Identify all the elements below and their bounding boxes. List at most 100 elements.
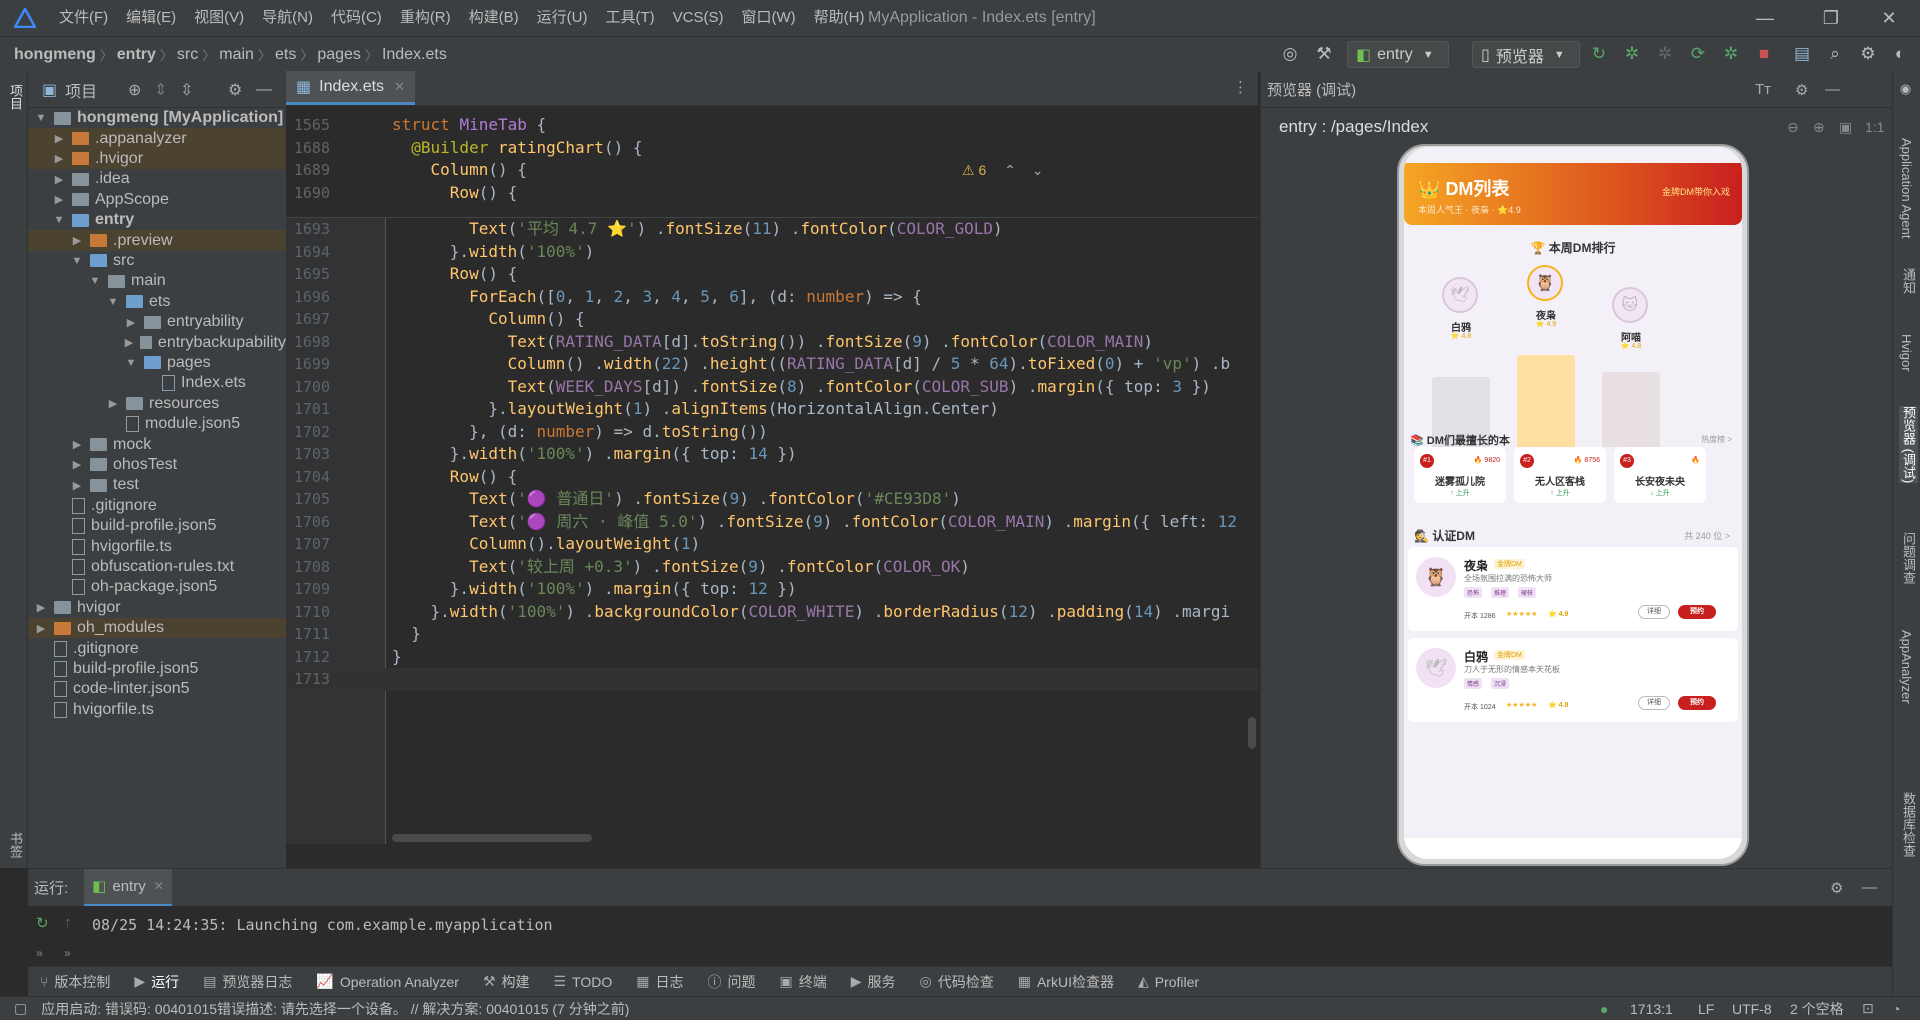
zoom-out-icon[interactable]: ⊖ [1787, 119, 1799, 136]
chevron-right-icon[interactable]: ▶ [70, 234, 84, 247]
rerun-icon[interactable]: ↻ [1587, 42, 1611, 66]
dm-card[interactable]: 🕊 白鸦 金牌DM 刀人于无形的情感本天花板 情感 沉浸 开本 1024 ★★★★★ ⭐ 4.8… [1408, 638, 1738, 722]
gear-icon[interactable]: ⚙ [1795, 81, 1808, 99]
warning-indicator[interactable]: ⚠ 6 ⌃ ⌄ [962, 162, 1044, 179]
tree-file[interactable]: code-linter.json5 [28, 679, 286, 699]
hammer-icon[interactable]: ⚒ [1312, 42, 1336, 66]
run-console[interactable]: ↻ ↑ 08/25 14:24:35: Launching com.exampl… [28, 906, 1892, 966]
tree-file[interactable]: .gitignore [28, 496, 286, 516]
text-size-icon[interactable]: Tт [1755, 81, 1771, 98]
vertical-scrollbar[interactable] [1246, 212, 1258, 812]
hide-panel-icon[interactable]: — [256, 81, 272, 99]
restore-button[interactable]: ❐ [1806, 0, 1856, 36]
up-arrow-icon[interactable]: ↑ [64, 914, 72, 931]
tree-folder[interactable]: ▶ AppScope [28, 190, 286, 210]
best-scripts-more[interactable]: 热度榜 > [1701, 434, 1732, 445]
bottom-tab-2[interactable]: ▤ 预览器日志 [191, 972, 304, 992]
tree-folder[interactable]: ▶ .hvigor [28, 148, 286, 170]
menu-item-3[interactable]: 导航(N) [253, 0, 322, 36]
breadcrumb-item[interactable]: hongmeng [0, 46, 96, 64]
bottom-tab-5[interactable]: ☰ TODO [542, 973, 625, 990]
tree-folder[interactable]: ▶ entryability [28, 312, 286, 332]
search-icon[interactable]: ⌕ [1823, 42, 1847, 66]
dm-card[interactable]: 🦉 夜枭 金牌DM 全场氛围拉满的恐怖大师 恐怖 推理 硬核 开本 1286 ★★★★★ ⭐ 4.… [1408, 547, 1738, 631]
bottom-tab-1[interactable]: ▶ 运行 [122, 972, 191, 992]
chevron-right-icon[interactable]: ▶ [124, 336, 134, 349]
tree-folder[interactable]: ▼ hongmeng [MyApplication] [28, 108, 286, 128]
tool-window-database[interactable]: 数据库检查 [1899, 792, 1918, 857]
tree-folder[interactable]: ▶ ohosTest [28, 455, 286, 475]
breadcrumb-item[interactable]: ets [275, 46, 296, 64]
breadcrumb-item[interactable]: main [219, 46, 254, 64]
chevron-down-icon[interactable]: ▼ [106, 296, 120, 308]
tool-window-bookmarks[interactable]: 书签 [6, 832, 25, 858]
expand-icon[interactable]: » [36, 946, 43, 960]
breadcrumb-item[interactable]: src [177, 46, 198, 64]
tree-folder[interactable]: ▶ oh_modules [28, 618, 286, 639]
tool-window-agent[interactable]: Application Agent [1899, 138, 1914, 238]
lock-icon[interactable]: ⊡ [1862, 1000, 1874, 1017]
menu-item-0[interactable]: 文件(F) [50, 0, 117, 36]
bottom-tab-4[interactable]: ⚒ 构建 [471, 972, 542, 992]
project-view-select[interactable]: 项目 [65, 78, 97, 102]
menu-item-6[interactable]: 构建(B) [460, 0, 528, 36]
chevron-right-icon[interactable]: ▶ [124, 316, 138, 329]
tool-window-notifications[interactable]: 通知 [1899, 268, 1918, 294]
account-icon[interactable]: ◐ [1888, 42, 1912, 66]
memory-icon[interactable]: ◔ [1892, 1001, 1900, 1017]
chevron-right-icon[interactable]: ▶ [70, 438, 84, 451]
expand-all-icon[interactable]: ⇕ [154, 80, 167, 100]
menu-item-11[interactable]: 帮助(H) [805, 0, 874, 36]
hide-panel-icon[interactable]: — [1862, 879, 1877, 896]
bottom-tab-7[interactable]: ⓘ 问题 [696, 972, 768, 992]
bottom-tab-8[interactable]: ▣ 终端 [768, 972, 839, 992]
attach-debugger-icon[interactable]: ✲ [1653, 42, 1677, 66]
podium-avatar[interactable]: 🐱 [1612, 287, 1648, 323]
chevron-right-icon[interactable]: ▶ [52, 152, 66, 165]
certified-count[interactable]: 共 240 位 > [1684, 529, 1730, 542]
close-window-button[interactable]: ✕ [1864, 0, 1914, 36]
podium-avatar[interactable]: 🕊 [1442, 277, 1478, 313]
close-tab-icon[interactable]: ✕ [154, 879, 164, 893]
menu-item-1[interactable]: 编辑(E) [117, 0, 185, 36]
tree-file[interactable]: .gitignore [28, 638, 286, 658]
chevron-down-icon[interactable]: ⌄ [1032, 162, 1044, 178]
menu-item-7[interactable]: 运行(U) [528, 0, 597, 36]
line-separator[interactable]: LF [1698, 1001, 1714, 1017]
bottom-tab-0[interactable]: ⑂ 版本控制 [28, 972, 122, 992]
panel-toggle-icon[interactable]: ▢ [14, 1000, 27, 1017]
tree-folder[interactable]: ▼ src [28, 251, 286, 271]
locate-icon[interactable]: ⊕ [128, 80, 141, 100]
tree-file[interactable]: Index.ets [28, 373, 286, 393]
debug-icon[interactable]: ✲ [1620, 42, 1644, 66]
bottom-tab-3[interactable]: 📈 Operation Analyzer [304, 973, 471, 990]
target-icon[interactable]: ◎ [1278, 42, 1302, 66]
menu-item-4[interactable]: 代码(C) [322, 0, 391, 36]
cursor-position[interactable]: 1713:1 [1630, 1001, 1673, 1017]
run-tab-entry[interactable]: ◧ entry ✕ [84, 868, 172, 907]
chevron-right-icon[interactable]: ▶ [70, 479, 84, 492]
chevron-right-icon[interactable]: ▶ [52, 193, 66, 206]
view-button[interactable]: 详细 [1638, 605, 1670, 619]
view-button[interactable]: 详细 [1638, 696, 1670, 710]
bottom-tab-6[interactable]: ▦ 日志 [624, 972, 695, 992]
file-encoding[interactable]: UTF-8 [1732, 1001, 1772, 1017]
chevron-down-icon[interactable]: ▼ [34, 112, 48, 124]
podium-avatar[interactable]: 🦉 [1527, 265, 1563, 301]
chevron-down-icon[interactable]: ▼ [124, 357, 138, 369]
rerun-icon[interactable]: ↻ [36, 914, 49, 932]
tree-folder[interactable]: ▶ .preview [28, 230, 286, 251]
menu-item-10[interactable]: 窗口(W) [732, 0, 804, 36]
sticky-line[interactable]: 1689 Column() { [286, 159, 1258, 182]
bottom-tab-12[interactable]: ◭ Profiler [1126, 973, 1211, 990]
chevron-down-icon[interactable]: ▼ [88, 275, 102, 287]
chevron-right-icon[interactable]: ▶ [70, 458, 84, 471]
gear-icon[interactable]: ⚙ [1830, 879, 1843, 897]
tree-folder[interactable]: ▼ pages [28, 353, 286, 373]
horizontal-scrollbar[interactable] [386, 832, 1246, 844]
tool-window-previewer[interactable]: 预览器 (调试) [1899, 406, 1918, 484]
tool-window-diagnosis[interactable]: 问题调查 [1899, 532, 1918, 584]
stop-icon[interactable]: ■ [1752, 42, 1776, 66]
bottom-tab-11[interactable]: ▦ ArkUI检查器 [1006, 972, 1126, 992]
sticky-line[interactable]: 1690 Row() { [286, 182, 1258, 205]
